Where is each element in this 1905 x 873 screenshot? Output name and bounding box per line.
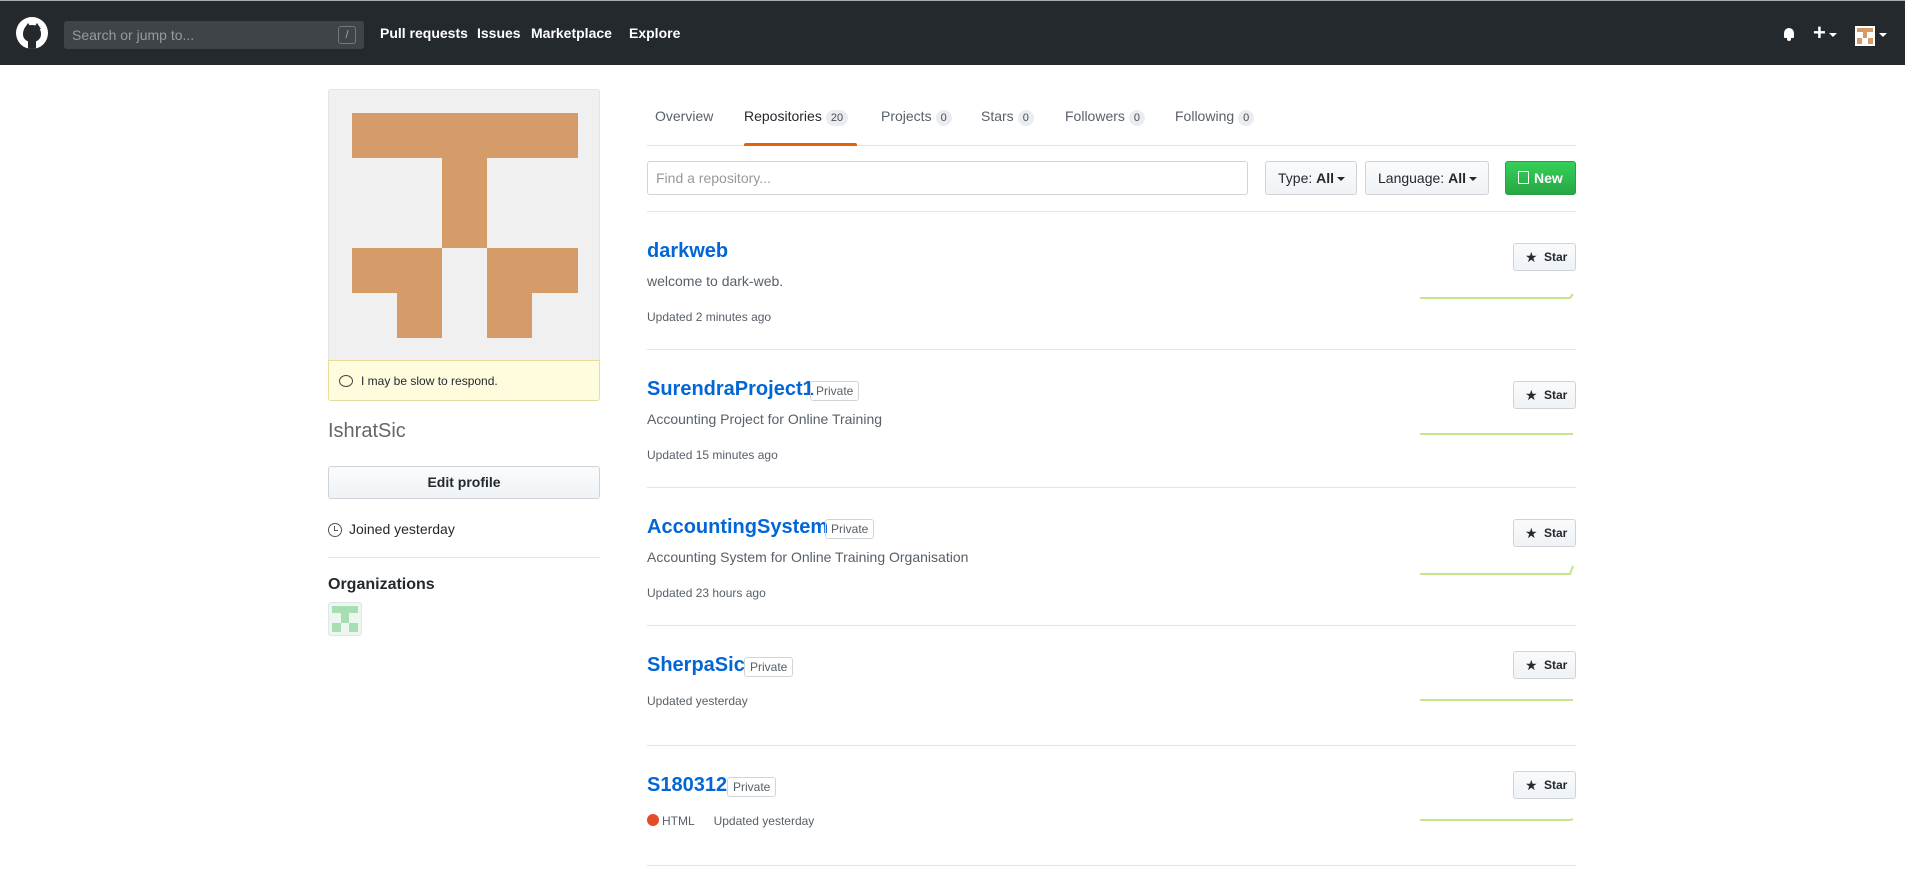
star-icon: ★ bbox=[1525, 525, 1538, 541]
repo-language: HTML bbox=[662, 814, 695, 828]
repositories-count: 20 bbox=[825, 110, 849, 126]
repo-updated-time: Updated yesterday bbox=[713, 814, 815, 828]
status-text: I may be slow to respond. bbox=[361, 374, 498, 388]
search-placeholder: Search or jump to... bbox=[72, 27, 195, 43]
language-filter-dropdown[interactable]: Language: All bbox=[1365, 161, 1489, 195]
activity-sparkline bbox=[1420, 565, 1574, 575]
repo-name-link[interactable]: AccountingSystem bbox=[647, 516, 828, 539]
repo-description: welcome to dark-web. bbox=[647, 273, 784, 289]
projects-count: 0 bbox=[935, 110, 952, 126]
tab-followers[interactable]: Followers 0 bbox=[1065, 108, 1146, 126]
chevron-down-icon bbox=[1469, 177, 1477, 181]
user-avatar-menu[interactable] bbox=[1855, 26, 1875, 46]
star-button[interactable]: ★ Star bbox=[1513, 243, 1576, 271]
repo-list-item: SurendraProject1 Private Accounting Proj… bbox=[647, 350, 1576, 488]
star-icon: ★ bbox=[1525, 387, 1538, 403]
search-shortcut-key: / bbox=[338, 26, 356, 44]
private-badge: Private bbox=[744, 657, 794, 677]
repo-updated-time: Updated 15 minutes ago bbox=[647, 448, 778, 462]
activity-sparkline bbox=[1420, 433, 1573, 435]
private-badge: Private bbox=[825, 519, 875, 539]
star-button[interactable]: ★ Star bbox=[1513, 651, 1576, 679]
nav-marketplace[interactable]: Marketplace bbox=[531, 25, 612, 41]
star-icon: ★ bbox=[1525, 249, 1538, 265]
private-badge: Private bbox=[810, 381, 860, 401]
tab-following[interactable]: Following 0 bbox=[1175, 108, 1255, 126]
organization-avatar[interactable] bbox=[328, 602, 362, 636]
star-icon: ★ bbox=[1525, 657, 1538, 673]
create-new-plus-icon[interactable]: + bbox=[1813, 20, 1826, 46]
search-input[interactable]: Search or jump to... / bbox=[64, 21, 364, 49]
repo-description: Accounting Project for Online Training bbox=[647, 411, 883, 427]
repo-meta: HTML Updated yesterday bbox=[647, 814, 814, 828]
nav-pull-requests[interactable]: Pull requests bbox=[380, 25, 468, 41]
repo-updated-time: Updated 2 minutes ago bbox=[647, 310, 772, 324]
active-tab-underline bbox=[744, 143, 857, 146]
type-filter-dropdown[interactable]: Type: All bbox=[1265, 161, 1357, 195]
stars-count: 0 bbox=[1017, 110, 1034, 126]
repo-description: Accounting System for Online Training Or… bbox=[647, 549, 969, 565]
find-repository-input[interactable]: Find a repository... bbox=[647, 161, 1248, 195]
repo-list-item: SherpaSic Private Updated yesterday ★ Sta… bbox=[647, 626, 1576, 746]
chevron-down-icon bbox=[1337, 177, 1345, 181]
following-count: 0 bbox=[1238, 110, 1255, 126]
star-button[interactable]: ★ Star bbox=[1513, 771, 1576, 799]
activity-sparkline bbox=[1420, 699, 1573, 701]
star-button[interactable]: ★ Star bbox=[1513, 381, 1576, 409]
top-header: Search or jump to... / Pull requests Iss… bbox=[0, 0, 1905, 65]
star-button[interactable]: ★ Star bbox=[1513, 519, 1576, 547]
profile-username: IshratSic bbox=[328, 420, 406, 442]
repo-list-item: AccountingSystem Private Accounting Syst… bbox=[647, 488, 1576, 626]
new-repository-button[interactable]: New bbox=[1505, 161, 1576, 195]
repo-name-link[interactable]: darkweb bbox=[647, 240, 728, 263]
repo-name-link[interactable]: SurendraProject1 bbox=[647, 378, 814, 401]
repo-updated-time: Updated yesterday bbox=[647, 694, 748, 708]
repo-book-icon bbox=[1518, 171, 1529, 184]
repo-updated-time: Updated 23 hours ago bbox=[647, 586, 766, 600]
repo-name-link[interactable]: SherpaSic bbox=[647, 654, 745, 677]
star-icon: ★ bbox=[1525, 777, 1538, 793]
activity-sparkline bbox=[1420, 293, 1574, 299]
activity-sparkline bbox=[1420, 818, 1574, 821]
language-color-dot bbox=[647, 814, 659, 826]
organizations-heading: Organizations bbox=[328, 576, 435, 593]
profile-tabs: Overview Repositories 20 Projects 0 Stars 0… bbox=[647, 94, 1576, 146]
github-logo-icon[interactable] bbox=[16, 17, 48, 49]
tab-overview[interactable]: Overview bbox=[655, 108, 713, 124]
tab-repositories[interactable]: Repositories 20 bbox=[744, 108, 849, 126]
user-menu-caret-icon[interactable] bbox=[1879, 33, 1887, 37]
notifications-bell-icon[interactable] bbox=[1783, 28, 1795, 41]
joined-date: Joined yesterday bbox=[349, 521, 455, 537]
nav-issues[interactable]: Issues bbox=[477, 25, 521, 41]
profile-avatar[interactable] bbox=[328, 89, 600, 361]
edit-profile-button[interactable]: Edit profile bbox=[328, 466, 600, 499]
repo-list-item: darkweb welcome to dark-web. Updated 2 m… bbox=[647, 212, 1576, 350]
tab-stars[interactable]: Stars 0 bbox=[981, 108, 1034, 126]
nav-explore[interactable]: Explore bbox=[629, 25, 680, 41]
user-status[interactable]: I may be slow to respond. bbox=[328, 360, 600, 401]
private-badge: Private bbox=[727, 777, 777, 797]
followers-count: 0 bbox=[1128, 110, 1146, 126]
repo-name-link[interactable]: S180312 bbox=[647, 774, 727, 797]
sidebar-divider bbox=[328, 557, 600, 558]
create-menu-caret-icon[interactable] bbox=[1829, 33, 1837, 37]
tab-projects[interactable]: Projects 0 bbox=[881, 108, 952, 126]
repo-list-item: S180312 Private HTML Updated yesterday ★… bbox=[647, 746, 1576, 866]
speech-bubble-icon bbox=[339, 375, 353, 387]
